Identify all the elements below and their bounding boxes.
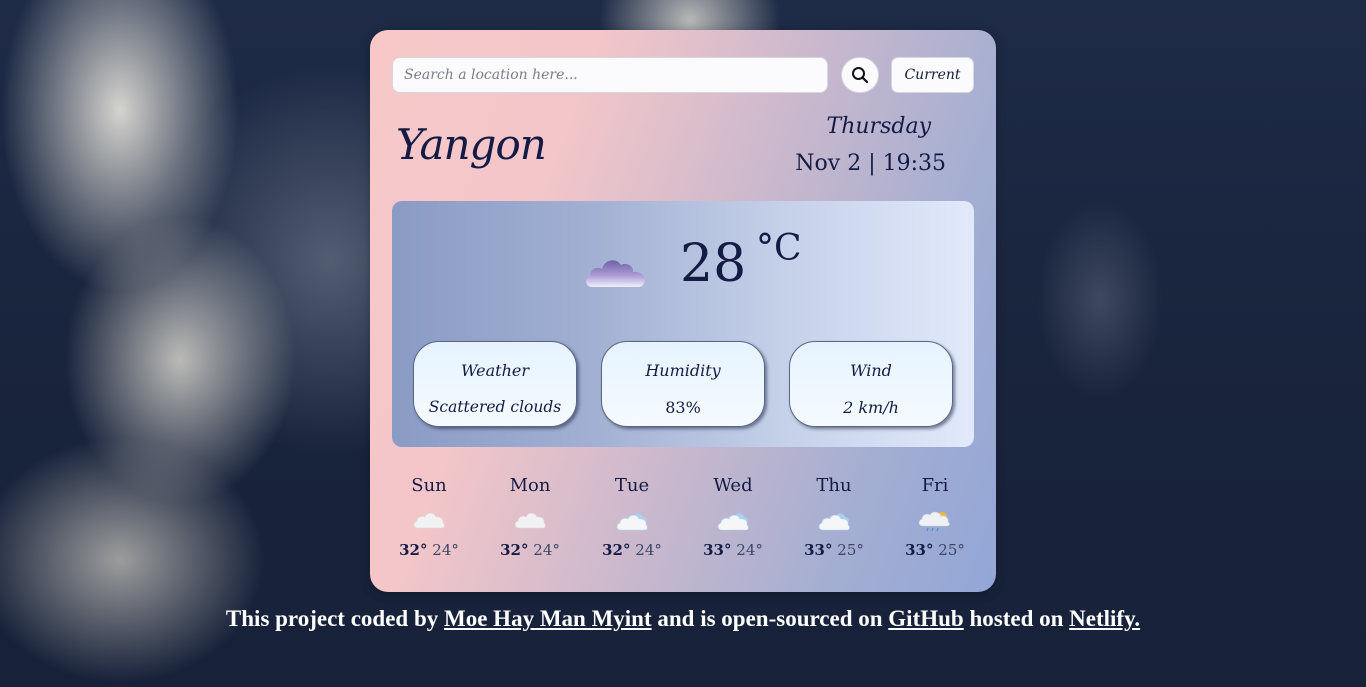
- forecast-max: 33°: [703, 541, 732, 559]
- humidity-title: Humidity: [645, 361, 721, 380]
- footer-credits: This project coded by Moe Hay Man Myint …: [0, 606, 1366, 632]
- blue-cloud-icon: [818, 513, 850, 531]
- weather-description-card: Weather Scattered clouds: [413, 341, 577, 427]
- forecast-max: 32°: [602, 541, 631, 559]
- forecast-day-name: Tue: [614, 475, 650, 496]
- forecast-row: Sun 32° 24° Mon 32° 24° Tue 32° 24° Wed: [378, 473, 986, 583]
- temperature-unit[interactable]: °C: [756, 228, 802, 269]
- weather-title: Weather: [461, 361, 529, 380]
- forecast-min: 24°: [635, 541, 662, 559]
- cloud-icon: [514, 512, 546, 529]
- cloud-icon: [413, 512, 445, 529]
- humidity-card: Humidity 83%: [601, 341, 765, 427]
- search-input[interactable]: [392, 57, 828, 93]
- humidity-value: 83%: [665, 398, 701, 417]
- blue-cloud-icon: [717, 513, 749, 531]
- blue-cloud-icon: [616, 513, 648, 531]
- footer-text: This project coded by: [225, 606, 445, 631]
- wind-title: Wind: [850, 361, 892, 380]
- forecast-day: Wed 33° 24°: [683, 473, 783, 559]
- current-datetime: Nov 2 | 19:35: [795, 151, 946, 176]
- forecast-max: 32°: [500, 541, 529, 559]
- forecast-max: 32°: [399, 541, 428, 559]
- current-weather-panel: 28 °C Weather Scattered clouds Humidity …: [392, 201, 974, 447]
- wind-value: 2 km/h: [843, 398, 899, 417]
- rain-sun-icon: [918, 511, 950, 532]
- forecast-max: 33°: [905, 541, 934, 559]
- forecast-day-name: Fri: [921, 475, 949, 496]
- forecast-min: 24°: [432, 541, 459, 559]
- forecast-min: 24°: [736, 541, 763, 559]
- footer-text: hosted on: [963, 606, 1070, 631]
- weather-value: Scattered clouds: [428, 398, 562, 416]
- netlify-link[interactable]: Netlify.: [1069, 606, 1140, 631]
- author-link[interactable]: Moe Hay Man Myint: [444, 606, 652, 631]
- forecast-day-name: Sun: [411, 475, 447, 496]
- forecast-min: 24°: [533, 541, 560, 559]
- forecast-max: 33°: [804, 541, 833, 559]
- forecast-day: Mon 32° 24°: [480, 473, 580, 559]
- forecast-day-name: Thu: [816, 475, 852, 496]
- forecast-min: 25°: [837, 541, 864, 559]
- cloud-icon: [586, 260, 645, 287]
- search-button[interactable]: [841, 57, 879, 93]
- weather-card: Current Yangon Thursday Nov 2 | 19:35 28…: [370, 30, 996, 592]
- forecast-day-name: Mon: [509, 475, 551, 496]
- wind-card: Wind 2 km/h: [789, 341, 953, 427]
- forecast-day-name: Wed: [713, 475, 753, 496]
- current-location-button[interactable]: Current: [891, 57, 974, 93]
- forecast-day: Thu 33° 25°: [784, 473, 884, 559]
- forecast-day: Sun 32° 24°: [379, 473, 479, 559]
- forecast-min: 25°: [938, 541, 965, 559]
- forecast-day: Tue 32° 24°: [582, 473, 682, 559]
- temperature-value: 28: [680, 234, 747, 294]
- github-link[interactable]: GitHub: [888, 606, 963, 631]
- forecast-day: Fri 33° 25°: [885, 473, 985, 559]
- city-name: Yangon: [396, 120, 547, 169]
- current-day: Thursday: [826, 114, 931, 139]
- search-icon: [852, 67, 869, 84]
- footer-text: and is open-sourced on: [651, 606, 889, 631]
